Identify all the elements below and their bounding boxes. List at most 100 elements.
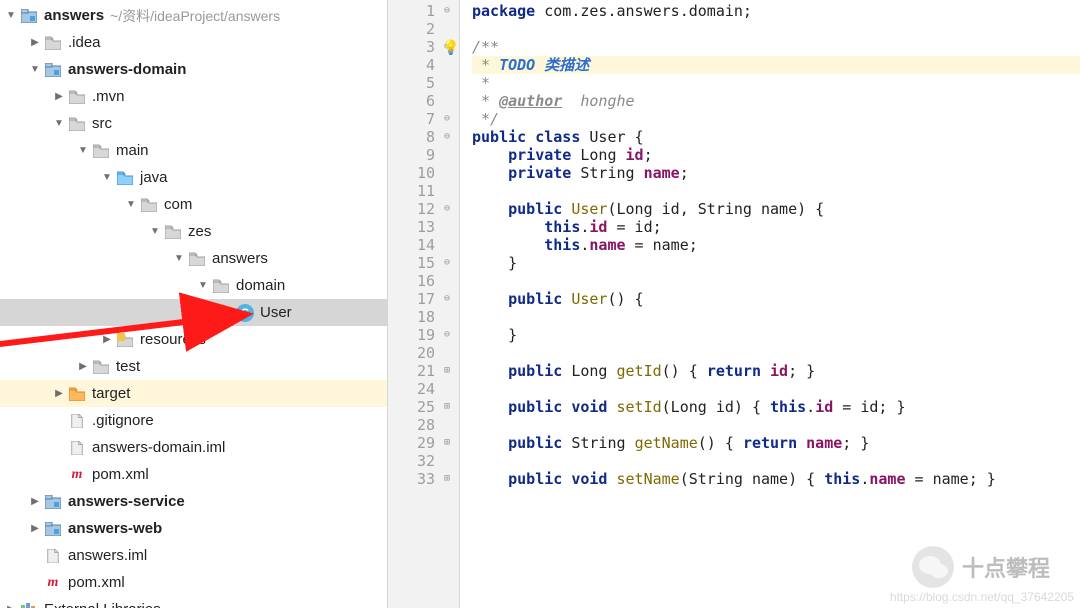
code-line[interactable] <box>472 308 1080 326</box>
code-line[interactable] <box>472 182 1080 200</box>
code-line[interactable]: * @author honghe <box>472 92 1080 110</box>
fold-icon[interactable]: ⊞ <box>441 470 453 488</box>
chevron-down-icon[interactable]: ▼ <box>124 199 138 210</box>
tree-item[interactable]: answers-domain.iml <box>0 434 387 461</box>
tree-item[interactable]: CUser <box>0 299 387 326</box>
code-line[interactable]: public String getName() { return name; } <box>472 434 1080 452</box>
code-line[interactable]: private String name; <box>472 164 1080 182</box>
chevron-down-icon[interactable]: ▼ <box>196 280 210 291</box>
code-line[interactable]: public void setName(String name) { this.… <box>472 470 1080 488</box>
gutter-row: 18 <box>388 308 459 326</box>
code-line[interactable]: public User(Long id, String name) { <box>472 200 1080 218</box>
code-area[interactable]: package com.zes.answers.domain; /** * TOD… <box>460 0 1080 608</box>
gutter-row: 28 <box>388 416 459 434</box>
chevron-right-icon[interactable]: ▶ <box>28 496 42 507</box>
code-line[interactable]: public class User { <box>472 128 1080 146</box>
line-number: 15 <box>409 254 435 272</box>
editor[interactable]: 1⊖23⊖💡4567⊖8⊖9101112⊖131415⊖1617⊖1819⊖20… <box>388 0 1080 608</box>
code-line[interactable]: package com.zes.answers.domain; <box>472 2 1080 20</box>
code-line[interactable] <box>472 380 1080 398</box>
tree-item[interactable]: ▼main <box>0 137 387 164</box>
code-line[interactable] <box>472 416 1080 434</box>
folder-res-icon <box>116 331 134 349</box>
line-number: 1 <box>409 2 435 20</box>
fold-icon[interactable]: ⊖ <box>441 200 453 218</box>
line-number: 32 <box>409 452 435 470</box>
code-line[interactable]: this.id = id; <box>472 218 1080 236</box>
code-line[interactable]: private Long id; <box>472 146 1080 164</box>
code-line[interactable]: public Long getId() { return id; } <box>472 362 1080 380</box>
fold-icon[interactable]: ⊖ <box>441 128 453 146</box>
code-line[interactable] <box>472 452 1080 470</box>
code-line[interactable]: } <box>472 326 1080 344</box>
tree-item[interactable]: ▼com <box>0 191 387 218</box>
code-line[interactable] <box>472 344 1080 362</box>
line-number: 29 <box>409 434 435 452</box>
lightbulb-icon[interactable]: 💡 <box>442 39 459 57</box>
tree-item[interactable]: ▶test <box>0 353 387 380</box>
fold-icon[interactable]: ⊞ <box>441 434 453 452</box>
tree-item[interactable]: ▶External Libraries <box>0 596 387 608</box>
code-line[interactable]: } <box>472 254 1080 272</box>
tree-item[interactable]: ▼domain <box>0 272 387 299</box>
chevron-right-icon[interactable]: ▶ <box>76 361 90 372</box>
fold-icon[interactable]: ⊖ <box>441 290 453 308</box>
gutter-row: 8⊖ <box>388 128 459 146</box>
chevron-right-icon[interactable]: ▶ <box>28 523 42 534</box>
module-icon <box>44 520 62 538</box>
chevron-down-icon[interactable]: ▼ <box>76 145 90 156</box>
tree-item[interactable]: ▼java <box>0 164 387 191</box>
line-number: 10 <box>409 164 435 182</box>
tree-item[interactable]: ▶.idea <box>0 29 387 56</box>
fold-icon[interactable]: ⊖ <box>441 110 453 128</box>
tree-item[interactable]: ▼ src <box>0 110 387 137</box>
code-line[interactable] <box>472 272 1080 290</box>
tree-item[interactable]: answers.iml <box>0 542 387 569</box>
folder-gray-icon <box>68 88 86 106</box>
tree-item[interactable]: mpom.xml <box>0 461 387 488</box>
chevron-right-icon[interactable]: ▶ <box>100 334 114 345</box>
tree-item[interactable]: ▼answers <box>0 245 387 272</box>
fold-icon[interactable]: ⊖ <box>441 326 453 344</box>
fold-icon[interactable]: ⊞ <box>441 362 453 380</box>
chevron-right-icon[interactable]: ▶ <box>4 604 18 608</box>
code-line[interactable] <box>472 20 1080 38</box>
fold-icon[interactable]: ⊖ <box>441 2 453 20</box>
line-number: 13 <box>409 218 435 236</box>
tree-item[interactable]: ▶answers-service <box>0 488 387 515</box>
chevron-down-icon[interactable]: ▼ <box>148 226 162 237</box>
code-line[interactable]: this.name = name; <box>472 236 1080 254</box>
tree-item[interactable]: ▼answers-domain <box>0 56 387 83</box>
tree-item[interactable]: mpom.xml <box>0 569 387 596</box>
folder-orange-icon <box>68 385 86 403</box>
gutter-row: 12⊖ <box>388 200 459 218</box>
tree-item[interactable]: ▶answers-web <box>0 515 387 542</box>
chevron-right-icon[interactable]: ▶ <box>52 91 66 102</box>
tree-item-label: src <box>92 115 112 132</box>
code-line[interactable]: * TODO 类描述 <box>472 56 1080 74</box>
tree-item[interactable]: ▶target <box>0 380 387 407</box>
chevron-right-icon[interactable]: ▶ <box>28 37 42 48</box>
chevron-down-icon[interactable]: ▼ <box>28 64 42 75</box>
line-number: 19 <box>409 326 435 344</box>
chevron-down-icon[interactable]: ▼ <box>52 118 66 129</box>
chevron-down-icon[interactable]: ▼ <box>100 172 114 183</box>
module-icon <box>44 61 62 79</box>
tree-root[interactable]: ▼ answers ~/资料/ideaProject/answers <box>0 2 387 29</box>
fold-icon[interactable]: ⊞ <box>441 398 453 416</box>
tree-item[interactable]: ▶resources <box>0 326 387 353</box>
maven-icon: m <box>44 574 62 592</box>
tree-item[interactable]: ▶.mvn <box>0 83 387 110</box>
code-line[interactable]: public User() { <box>472 290 1080 308</box>
class-icon: C <box>236 304 254 322</box>
chevron-down-icon[interactable]: ▼ <box>172 253 186 264</box>
chevron-right-icon[interactable]: ▶ <box>52 388 66 399</box>
fold-icon[interactable]: ⊖ <box>441 254 453 272</box>
chevron-down-icon[interactable]: ▼ <box>4 10 18 21</box>
code-line[interactable]: * <box>472 74 1080 92</box>
tree-item[interactable]: ▼zes <box>0 218 387 245</box>
code-line[interactable]: */ <box>472 110 1080 128</box>
tree-item[interactable]: .gitignore <box>0 407 387 434</box>
code-line[interactable]: /** <box>472 38 1080 56</box>
code-line[interactable]: public void setId(Long id) { this.id = i… <box>472 398 1080 416</box>
